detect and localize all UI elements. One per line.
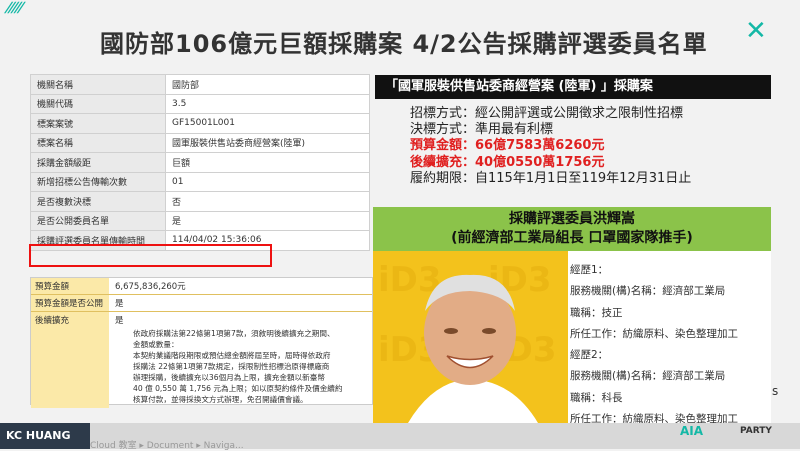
- tender-method: 招標方式：經公開評選或公開徵求之限制性招標: [410, 106, 684, 121]
- decor-stripes: /////: [3, 0, 25, 16]
- procurement-table: 機關名稱 國防部 機關代碼 3.5 標案案號 GF15001L001 標案名稱 國軍服裝…: [30, 74, 370, 251]
- budget-row: 預算金額 6,675,836,260元: [31, 278, 372, 295]
- overflow-glyph: s: [772, 384, 779, 398]
- budget-amount: 預算金額：66億7583萬6260元: [410, 138, 605, 154]
- expansion-amount: 後續擴充：40億0550萬1756元: [410, 154, 605, 170]
- budget-value: 6,675,836,260元: [115, 282, 186, 292]
- row-label: 標案案號: [30, 113, 166, 134]
- contract-period: 履約期限：自115年1月1日至119年12月31日止: [410, 170, 692, 186]
- row-label: 機關代碼: [30, 93, 166, 114]
- row-label: 標案名稱: [30, 132, 166, 153]
- row-value: 巨額: [165, 152, 370, 173]
- budget-label: 預算金額: [31, 278, 109, 294]
- table-row: 是否公開委員名單是: [30, 210, 370, 231]
- budget-row: 後續擴充 是 依政府採購法第22條第1項第7款，須敘明後續擴充之期間、 金額或數…: [31, 312, 372, 408]
- row-label: 新增招標公告傳輸次數: [30, 171, 166, 192]
- budget-expansion-cell: 是 依政府採購法第22條第1項第7款，須敘明後續擴充之期間、 金額或數量： 本契…: [109, 312, 372, 408]
- table-row: 標案名稱 國軍服裝供售站委商經營案(陸軍): [30, 132, 370, 153]
- committee-box: 採購評選委員洪輝嵩 (前經濟部工業局組長 口罩國家隊推手): [373, 207, 771, 251]
- row-value: 3.5: [165, 93, 370, 114]
- party-logo: AIA: [680, 424, 704, 438]
- portrait-photo: iD3 iD3 iD3 iD3: [373, 251, 568, 423]
- party-label: PARTY: [740, 426, 772, 436]
- table-row: 新增招標公告傳輸次數 01: [30, 171, 370, 192]
- row-label: 採購金額級距: [30, 152, 166, 173]
- row-value: 01: [165, 171, 370, 192]
- committee-title: (前經濟部工業局組長 口罩國家隊推手): [451, 230, 693, 246]
- brand-label: KC HUANG: [0, 423, 90, 449]
- experience-line: 經歷1：: [570, 264, 609, 276]
- budget-row: 預算金額是否公開 是: [31, 295, 372, 312]
- case-info: 招標方式：經公開評選或公開徵求之限制性招標 決標方式：準用最有利標 預算金額：6…: [410, 106, 691, 187]
- portrait-illustration: iD3 iD3 iD3 iD3: [373, 251, 568, 423]
- page-title: 國防部106億元巨額採購案 4/2公告採購評選委員名單: [100, 30, 708, 58]
- budget-panel: 預算金額 6,675,836,260元 預算金額是否公開 是 後續擴充 是 依政…: [30, 277, 373, 408]
- row-value: 國防部: [165, 74, 370, 95]
- budget-value: 是: [115, 316, 124, 326]
- committee-name: 採購評選委員洪輝嵩: [509, 211, 635, 227]
- experience-line: 職稱：科長: [570, 391, 623, 404]
- close-icon[interactable]: ✕: [745, 16, 767, 46]
- experience-line: 服務機關(構)名稱：經濟部工業局: [570, 285, 726, 298]
- row-value: 否: [165, 191, 370, 212]
- row-label: 機關名稱: [30, 74, 166, 95]
- expansion-note: 依政府採購法第22條第1項第7款，須敘明後續擴充之期間、 金額或數量： 本契約業…: [133, 329, 343, 404]
- experience-line: 經歷2：: [570, 349, 609, 362]
- case-header: 「國軍服裝供售站委商經營案 (陸軍) 」採購案: [375, 75, 771, 99]
- row-label: 是否複數決標: [30, 191, 166, 212]
- budget-label: 預算金額是否公開: [31, 295, 109, 311]
- table-row: 標案案號 GF15001L001: [30, 113, 370, 134]
- row-value: 國軍服裝供售站委商經營案(陸軍): [165, 132, 370, 153]
- highlight-box: [29, 244, 272, 267]
- table-row: 機關名稱 國防部: [30, 74, 370, 95]
- experience-panel: 經歷1： 服務機關(構)名稱：經濟部工業局 職稱：技正 所任工作：紡織原料、染色…: [568, 251, 771, 425]
- row-value: GF15001L001: [165, 113, 370, 134]
- award-method: 決標方式：準用最有利標: [410, 122, 554, 138]
- row-label: 是否公開委員名單: [30, 210, 166, 231]
- budget-label: 後續擴充: [31, 312, 109, 408]
- table-row: 是否複數決標否: [30, 191, 370, 212]
- experience-line: 所任工作：紡織原料、染色整理加工: [570, 327, 738, 340]
- taskbar-tabs[interactable]: Cloud 教室 ▸ Document ▸ Naviga...: [90, 438, 244, 451]
- row-value: 是: [165, 210, 370, 231]
- experience-line: 職稱：技正: [570, 306, 623, 319]
- table-row: 採購金額級距 巨額: [30, 152, 370, 173]
- budget-value: 是: [115, 299, 124, 309]
- experience-line: 服務機關(構)名稱：經濟部工業局: [570, 370, 726, 383]
- table-row: 機關代碼 3.5: [30, 93, 370, 114]
